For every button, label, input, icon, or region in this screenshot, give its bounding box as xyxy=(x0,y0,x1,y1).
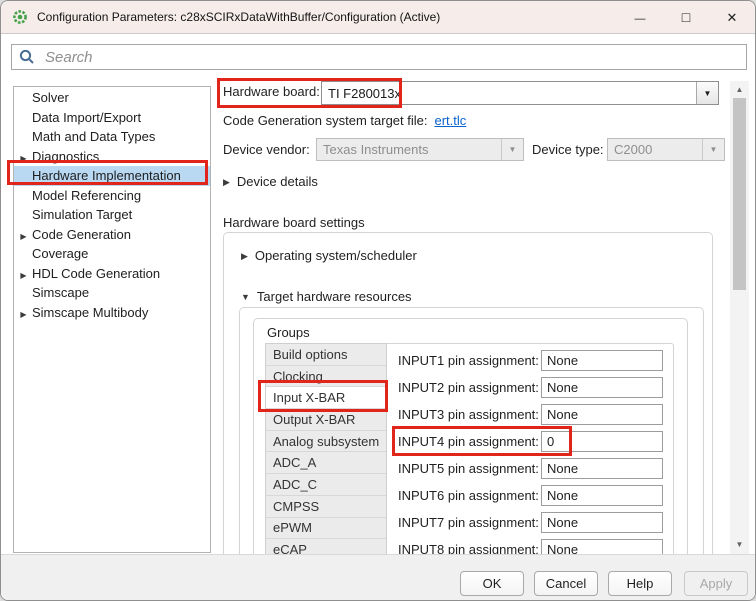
input5-pin-field[interactable] xyxy=(541,458,663,479)
chevron-down-icon[interactable] xyxy=(696,82,718,104)
os-scheduler-toggle[interactable]: Operating system/scheduler xyxy=(241,246,417,264)
input4-pin-field[interactable] xyxy=(541,431,663,452)
sidebar-item-diagnostics[interactable]: Diagnostics xyxy=(14,147,210,167)
chevron-right-icon[interactable] xyxy=(17,149,30,164)
hardware-board-label: Hardware board: xyxy=(223,84,320,99)
device-vendor-label: Device vendor: xyxy=(223,142,310,157)
device-type-combobox: C2000 xyxy=(607,138,725,161)
target-file-row: Code Generation system target file: ert.… xyxy=(223,113,466,128)
os-scheduler-label: Operating system/scheduler xyxy=(255,248,417,263)
sidebar-item-math-and-data-types[interactable]: Math and Data Types xyxy=(14,127,210,147)
maximize-button[interactable] xyxy=(663,1,709,34)
group-item-output-x-bar[interactable]: Output X-BAR xyxy=(266,409,386,431)
group-item-build-options[interactable]: Build options xyxy=(266,344,386,366)
chevron-right-icon[interactable] xyxy=(17,266,30,281)
sidebar-item-hdl-code-generation[interactable]: HDL Code Generation xyxy=(14,264,210,284)
close-button[interactable] xyxy=(709,1,755,34)
input6-pin-field[interactable] xyxy=(541,485,663,506)
hardware-board-combobox[interactable]: TI F280013x xyxy=(321,81,719,105)
scroll-down-icon[interactable] xyxy=(730,537,749,552)
groups-list: Build options Clocking Input X-BAR Outpu… xyxy=(265,343,387,561)
sidebar-item-coverage[interactable]: Coverage xyxy=(14,244,210,264)
scrollbar-thumb[interactable] xyxy=(733,98,746,290)
group-item-analog-subsystem[interactable]: Analog subsystem xyxy=(266,431,386,453)
groups-label: Groups xyxy=(267,325,310,340)
param-row-input3: INPUT3 pin assignment: xyxy=(398,404,663,425)
search-input[interactable] xyxy=(43,48,739,67)
hardware-board-settings-title: Hardware board settings xyxy=(223,215,365,230)
configuration-parameters-dialog: Configuration Parameters: c28xSCIRxDataW… xyxy=(0,0,756,601)
param-row-input5: INPUT5 pin assignment: xyxy=(398,458,663,479)
search-icon xyxy=(19,49,35,65)
input1-pin-field[interactable] xyxy=(541,350,663,371)
minimize-button[interactable] xyxy=(617,1,663,34)
chevron-right-icon[interactable] xyxy=(17,227,30,242)
group-item-input-x-bar[interactable]: Input X-BAR xyxy=(266,387,386,409)
ok-button[interactable]: OK xyxy=(460,571,524,596)
input4-label: INPUT4 pin assignment: xyxy=(398,434,541,449)
input7-label: INPUT7 pin assignment: xyxy=(398,515,541,530)
title-bar: Configuration Parameters: c28xSCIRxDataW… xyxy=(1,1,755,34)
device-vendor-combobox: Texas Instruments xyxy=(316,138,524,161)
window-controls xyxy=(617,1,755,34)
group-item-cmpss[interactable]: CMPSS xyxy=(266,496,386,518)
sidebar-item-simscape[interactable]: Simscape xyxy=(14,283,210,303)
param-row-input4: INPUT4 pin assignment: xyxy=(398,431,663,452)
sidebar-item-code-generation[interactable]: Code Generation xyxy=(14,225,210,245)
param-row-input6: INPUT6 pin assignment: xyxy=(398,485,663,506)
device-details-toggle[interactable]: Device details xyxy=(223,172,318,190)
configset-gear-icon xyxy=(12,9,28,25)
category-tree: Solver Data Import/Export Math and Data … xyxy=(13,86,211,553)
dialog-footer: OK Cancel Help Apply xyxy=(1,554,756,601)
minimize-icon xyxy=(635,9,646,27)
cancel-button[interactable]: Cancel xyxy=(534,571,598,596)
input3-label: INPUT3 pin assignment: xyxy=(398,407,541,422)
input2-pin-field[interactable] xyxy=(541,377,663,398)
hardware-board-value: TI F280013x xyxy=(322,82,696,104)
search-bar xyxy=(11,44,747,70)
sidebar-item-data-import-export[interactable]: Data Import/Export xyxy=(14,108,210,128)
vertical-scrollbar[interactable] xyxy=(730,81,749,554)
input1-label: INPUT1 pin assignment: xyxy=(398,353,541,368)
chevron-right-icon xyxy=(241,246,248,264)
target-hardware-resources-label: Target hardware resources xyxy=(257,289,412,304)
window-title: Configuration Parameters: c28xSCIRxDataW… xyxy=(37,10,440,24)
input3-pin-field[interactable] xyxy=(541,404,663,425)
group-item-clocking[interactable]: Clocking xyxy=(266,366,386,388)
sidebar-item-simulation-target[interactable]: Simulation Target xyxy=(14,205,210,225)
group-item-adc-a[interactable]: ADC_A xyxy=(266,452,386,474)
target-hardware-resources-toggle[interactable]: Target hardware resources xyxy=(241,287,412,305)
device-type-value: C2000 xyxy=(608,139,702,160)
param-row-input2: INPUT2 pin assignment: xyxy=(398,377,663,398)
scroll-up-icon[interactable] xyxy=(730,82,749,97)
group-item-epwm[interactable]: ePWM xyxy=(266,518,386,540)
input2-label: INPUT2 pin assignment: xyxy=(398,380,541,395)
help-button[interactable]: Help xyxy=(608,571,672,596)
device-type-label: Device type: xyxy=(532,142,604,157)
target-file-label: Code Generation system target file: xyxy=(223,113,428,128)
chevron-down-icon xyxy=(501,139,523,160)
chevron-down-icon xyxy=(241,287,250,305)
sidebar-item-solver[interactable]: Solver xyxy=(14,88,210,108)
sidebar-item-model-referencing[interactable]: Model Referencing xyxy=(14,186,210,206)
input6-label: INPUT6 pin assignment: xyxy=(398,488,541,503)
param-row-input7: INPUT7 pin assignment: xyxy=(398,512,663,533)
ert-tlc-link[interactable]: ert.tlc xyxy=(435,113,467,128)
input7-pin-field[interactable] xyxy=(541,512,663,533)
sidebar-item-simscape-multibody[interactable]: Simscape Multibody xyxy=(14,303,210,323)
chevron-down-icon xyxy=(702,139,724,160)
device-vendor-value: Texas Instruments xyxy=(317,139,501,160)
maximize-icon xyxy=(682,9,690,27)
close-icon xyxy=(727,9,738,27)
apply-button: Apply xyxy=(684,571,748,596)
pin-assignment-params: INPUT1 pin assignment: INPUT2 pin assign… xyxy=(398,350,663,560)
group-item-adc-c[interactable]: ADC_C xyxy=(266,474,386,496)
chevron-right-icon xyxy=(223,172,230,190)
device-details-label: Device details xyxy=(237,174,318,189)
chevron-right-icon[interactable] xyxy=(17,305,30,320)
sidebar-item-hardware-implementation[interactable]: Hardware Implementation xyxy=(14,166,210,186)
param-row-input1: INPUT1 pin assignment: xyxy=(398,350,663,371)
input5-label: INPUT5 pin assignment: xyxy=(398,461,541,476)
